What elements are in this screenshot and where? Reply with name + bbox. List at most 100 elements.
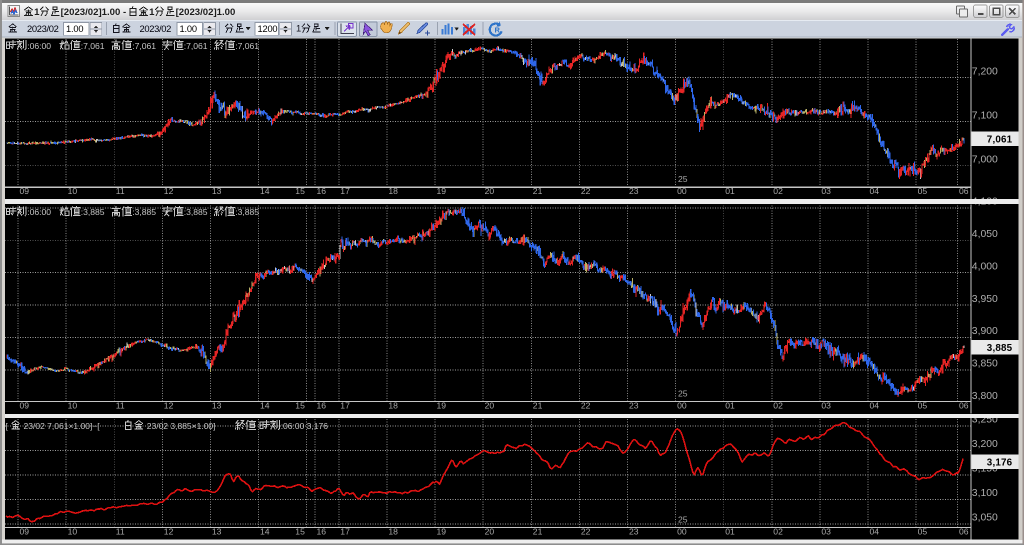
svg-text:4,000: 4,000 <box>972 261 998 272</box>
svg-text:13: 13 <box>212 401 222 411</box>
svg-text:20: 20 <box>485 527 495 537</box>
svg-text:18: 18 <box>388 527 398 537</box>
svg-text:12: 12 <box>164 186 174 196</box>
svg-text::7,061: :7,061 <box>132 41 156 51</box>
svg-text:12: 12 <box>164 401 174 411</box>
svg-text:7,061: 7,061 <box>987 135 1013 146</box>
svg-text:18: 18 <box>388 186 398 196</box>
svg-text:[2023/02]1.00 -: [2023/02]1.00 - <box>61 7 129 18</box>
svg-text:25: 25 <box>678 174 688 184</box>
svg-text:21: 21 <box>533 186 543 196</box>
svg-text:16: 16 <box>317 401 327 411</box>
svg-text:13: 13 <box>212 186 222 196</box>
svg-text:7,100: 7,100 <box>972 110 998 121</box>
svg-text:17: 17 <box>340 527 350 537</box>
svg-text:09: 09 <box>20 401 30 411</box>
svg-text:13: 13 <box>212 527 222 537</box>
svg-text:7,200: 7,200 <box>972 66 998 77</box>
svg-text:23: 23 <box>629 186 639 196</box>
svg-text:04: 04 <box>870 186 880 196</box>
svg-text:03: 03 <box>821 401 831 411</box>
svg-text:17: 17 <box>340 401 350 411</box>
svg-text:03: 03 <box>821 186 831 196</box>
svg-text::7,061: :7,061 <box>184 41 208 51</box>
svg-text:25: 25 <box>678 514 688 524</box>
svg-text:06: 06 <box>959 186 969 196</box>
svg-text:1200: 1200 <box>258 24 278 34</box>
svg-text:3,885: 3,885 <box>987 343 1013 354</box>
svg-text:05: 05 <box>918 401 928 411</box>
svg-text:11: 11 <box>116 186 125 196</box>
svg-text:20: 20 <box>485 186 495 196</box>
svg-text:2023/02: 2023/02 <box>27 23 59 34</box>
svg-text:3,200: 3,200 <box>972 439 998 450</box>
svg-text:00: 00 <box>677 401 687 411</box>
svg-text:3,100: 3,100 <box>972 488 998 499</box>
svg-text:15: 15 <box>295 527 305 537</box>
svg-text:06: 06 <box>959 527 969 537</box>
svg-text:22: 22 <box>581 186 591 196</box>
svg-text:[2023/02]1.00: [2023/02]1.00 <box>176 7 236 18</box>
svg-text:1: 1 <box>34 7 40 18</box>
svg-text:23: 23 <box>629 401 639 411</box>
svg-text:3,176: 3,176 <box>987 457 1013 468</box>
svg-text:22: 22 <box>581 401 591 411</box>
svg-text:23/02 3,885×1.00]: 23/02 3,885×1.00] <box>144 421 218 431</box>
svg-text:25: 25 <box>678 388 688 398</box>
svg-text:02: 02 <box>773 401 783 411</box>
svg-text:14: 14 <box>260 186 270 196</box>
svg-text::7,061: :7,061 <box>235 41 259 51</box>
svg-text:09: 09 <box>20 527 30 537</box>
svg-text:02: 02 <box>773 186 783 196</box>
svg-text:23: 23 <box>629 527 639 537</box>
svg-text:16: 16 <box>317 186 327 196</box>
svg-text:23/02 7,061×1.00]−[: 23/02 7,061×1.00]−[ <box>21 421 100 431</box>
svg-text:20: 20 <box>485 401 495 411</box>
svg-text:01: 01 <box>725 186 735 196</box>
svg-text:10: 10 <box>68 401 78 411</box>
svg-text:19: 19 <box>437 186 447 196</box>
svg-text:04: 04 <box>870 527 880 537</box>
svg-text:15: 15 <box>295 186 305 196</box>
svg-text:19: 19 <box>437 401 447 411</box>
svg-text:14: 14 <box>260 527 270 537</box>
svg-text:03: 03 <box>821 527 831 537</box>
svg-text:1.00: 1.00 <box>66 24 83 34</box>
svg-text:1: 1 <box>149 7 155 18</box>
svg-text:14: 14 <box>260 401 270 411</box>
svg-text:00: 00 <box>677 186 687 196</box>
svg-text:18: 18 <box>388 401 398 411</box>
svg-text:21: 21 <box>533 401 543 411</box>
svg-text:11: 11 <box>116 401 125 411</box>
svg-text:06: 06 <box>959 401 969 411</box>
svg-text:17: 17 <box>340 186 350 196</box>
svg-text:04: 04 <box>870 401 880 411</box>
svg-text:00: 00 <box>677 527 687 537</box>
svg-text:10: 10 <box>68 186 78 196</box>
svg-text::06:00: :06:00 <box>27 207 51 217</box>
svg-text:05: 05 <box>918 186 928 196</box>
svg-text::3,885: :3,885 <box>184 207 208 217</box>
svg-text:3,850: 3,850 <box>972 359 998 370</box>
svg-text:10: 10 <box>68 527 78 537</box>
svg-text:4,050: 4,050 <box>972 229 998 240</box>
svg-text:2023/02: 2023/02 <box>140 23 172 34</box>
svg-text:3,950: 3,950 <box>972 294 998 305</box>
svg-text:15: 15 <box>295 401 305 411</box>
svg-text:3,800: 3,800 <box>972 391 998 402</box>
svg-text::7,061: :7,061 <box>81 41 105 51</box>
svg-text:09: 09 <box>20 186 30 196</box>
svg-text:05: 05 <box>918 527 928 537</box>
svg-text:3,050: 3,050 <box>972 513 998 524</box>
svg-text:3,900: 3,900 <box>972 326 998 337</box>
svg-text::3,885: :3,885 <box>235 207 259 217</box>
svg-text:02: 02 <box>773 527 783 537</box>
svg-text:1.00: 1.00 <box>180 24 197 34</box>
svg-text:16: 16 <box>317 527 327 537</box>
svg-text::06:00 3,176: :06:00 3,176 <box>281 421 329 431</box>
svg-text:01: 01 <box>725 527 735 537</box>
svg-text::06:00: :06:00 <box>27 41 51 51</box>
svg-text:12: 12 <box>164 527 174 537</box>
svg-text:19: 19 <box>437 527 447 537</box>
svg-text:01: 01 <box>725 401 735 411</box>
